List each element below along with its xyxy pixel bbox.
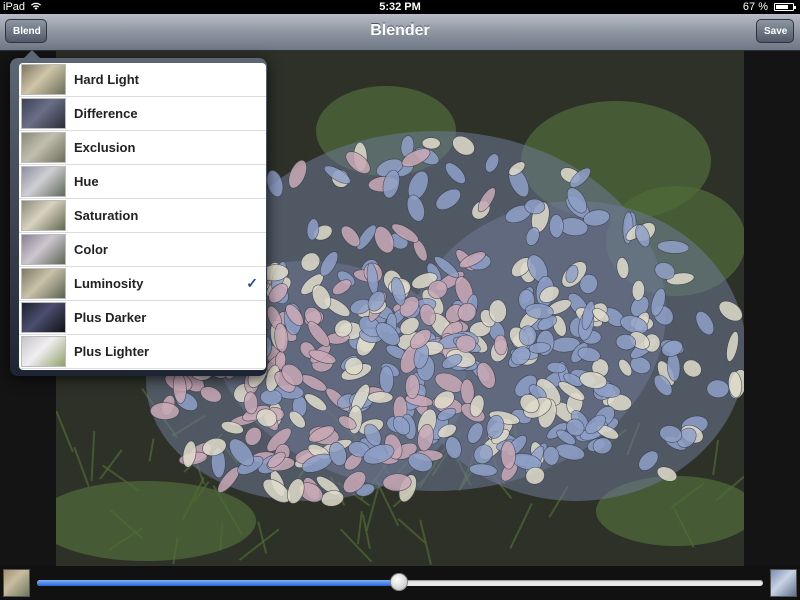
blend-preview-thumbnail — [21, 268, 66, 299]
blend-mode-label: Plus Lighter — [74, 344, 150, 359]
blend-mode-item[interactable]: Saturation — [19, 199, 266, 233]
popover-arrow — [23, 50, 41, 59]
blend-mode-item[interactable]: Difference — [19, 97, 266, 131]
blend-preview-thumbnail — [21, 132, 66, 163]
status-bar: iPad 5:32 PM 67 % — [0, 0, 800, 14]
battery-percent: 67 % — [742, 1, 768, 13]
blend-preview-thumbnail — [21, 234, 66, 265]
blend-mode-label: Plus Darker — [74, 310, 147, 325]
blend-mode-label: Luminosity — [74, 276, 144, 291]
blend-mode-label: Exclusion — [74, 140, 136, 155]
blend-amount-slider[interactable] — [37, 566, 763, 600]
blend-mode-label: Hue — [74, 174, 99, 189]
blend-mode-label: Saturation — [74, 208, 139, 223]
blend-preview-thumbnail — [21, 336, 66, 367]
save-button[interactable]: Save — [756, 19, 794, 43]
page-title: Blender — [370, 22, 430, 39]
blend-mode-popover: Hard Light Difference Exclusion Hue Saturati… — [10, 50, 267, 376]
slider-knob[interactable] — [389, 573, 408, 591]
blend-mode-item[interactable]: Hard Light — [19, 63, 266, 97]
blend-preview-thumbnail — [21, 166, 66, 197]
clock: 5:32 PM — [379, 1, 421, 13]
blend-preview-thumbnail — [21, 302, 66, 333]
blend-mode-item[interactable]: Plus Lighter — [19, 335, 266, 369]
source-image-thumbnail[interactable] — [3, 569, 30, 597]
slider-fill — [37, 580, 399, 586]
blend-mode-label: Color — [74, 242, 108, 257]
blend-mode-item[interactable]: Color — [19, 233, 266, 267]
blend-image-thumbnail[interactable] — [770, 569, 797, 597]
blend-mode-item[interactable]: Luminosity ✓ — [19, 267, 266, 301]
blend-preview-thumbnail — [21, 200, 66, 231]
blend-mode-item[interactable]: Plus Darker — [19, 301, 266, 335]
bottom-toolbar — [0, 566, 800, 600]
blend-preview-thumbnail — [21, 98, 66, 129]
blend-mode-item[interactable]: Hue — [19, 165, 266, 199]
blend-mode-list: Hard Light Difference Exclusion Hue Saturati… — [19, 63, 266, 370]
battery-icon — [774, 3, 796, 11]
blend-mode-label: Hard Light — [74, 72, 139, 87]
blend-mode-label: Difference — [74, 106, 138, 121]
blend-preview-thumbnail — [21, 64, 66, 95]
blend-mode-item[interactable]: Exclusion — [19, 131, 266, 165]
checkmark-icon: ✓ — [246, 275, 258, 291]
navigation-bar: Blend Blender Save — [0, 14, 800, 51]
